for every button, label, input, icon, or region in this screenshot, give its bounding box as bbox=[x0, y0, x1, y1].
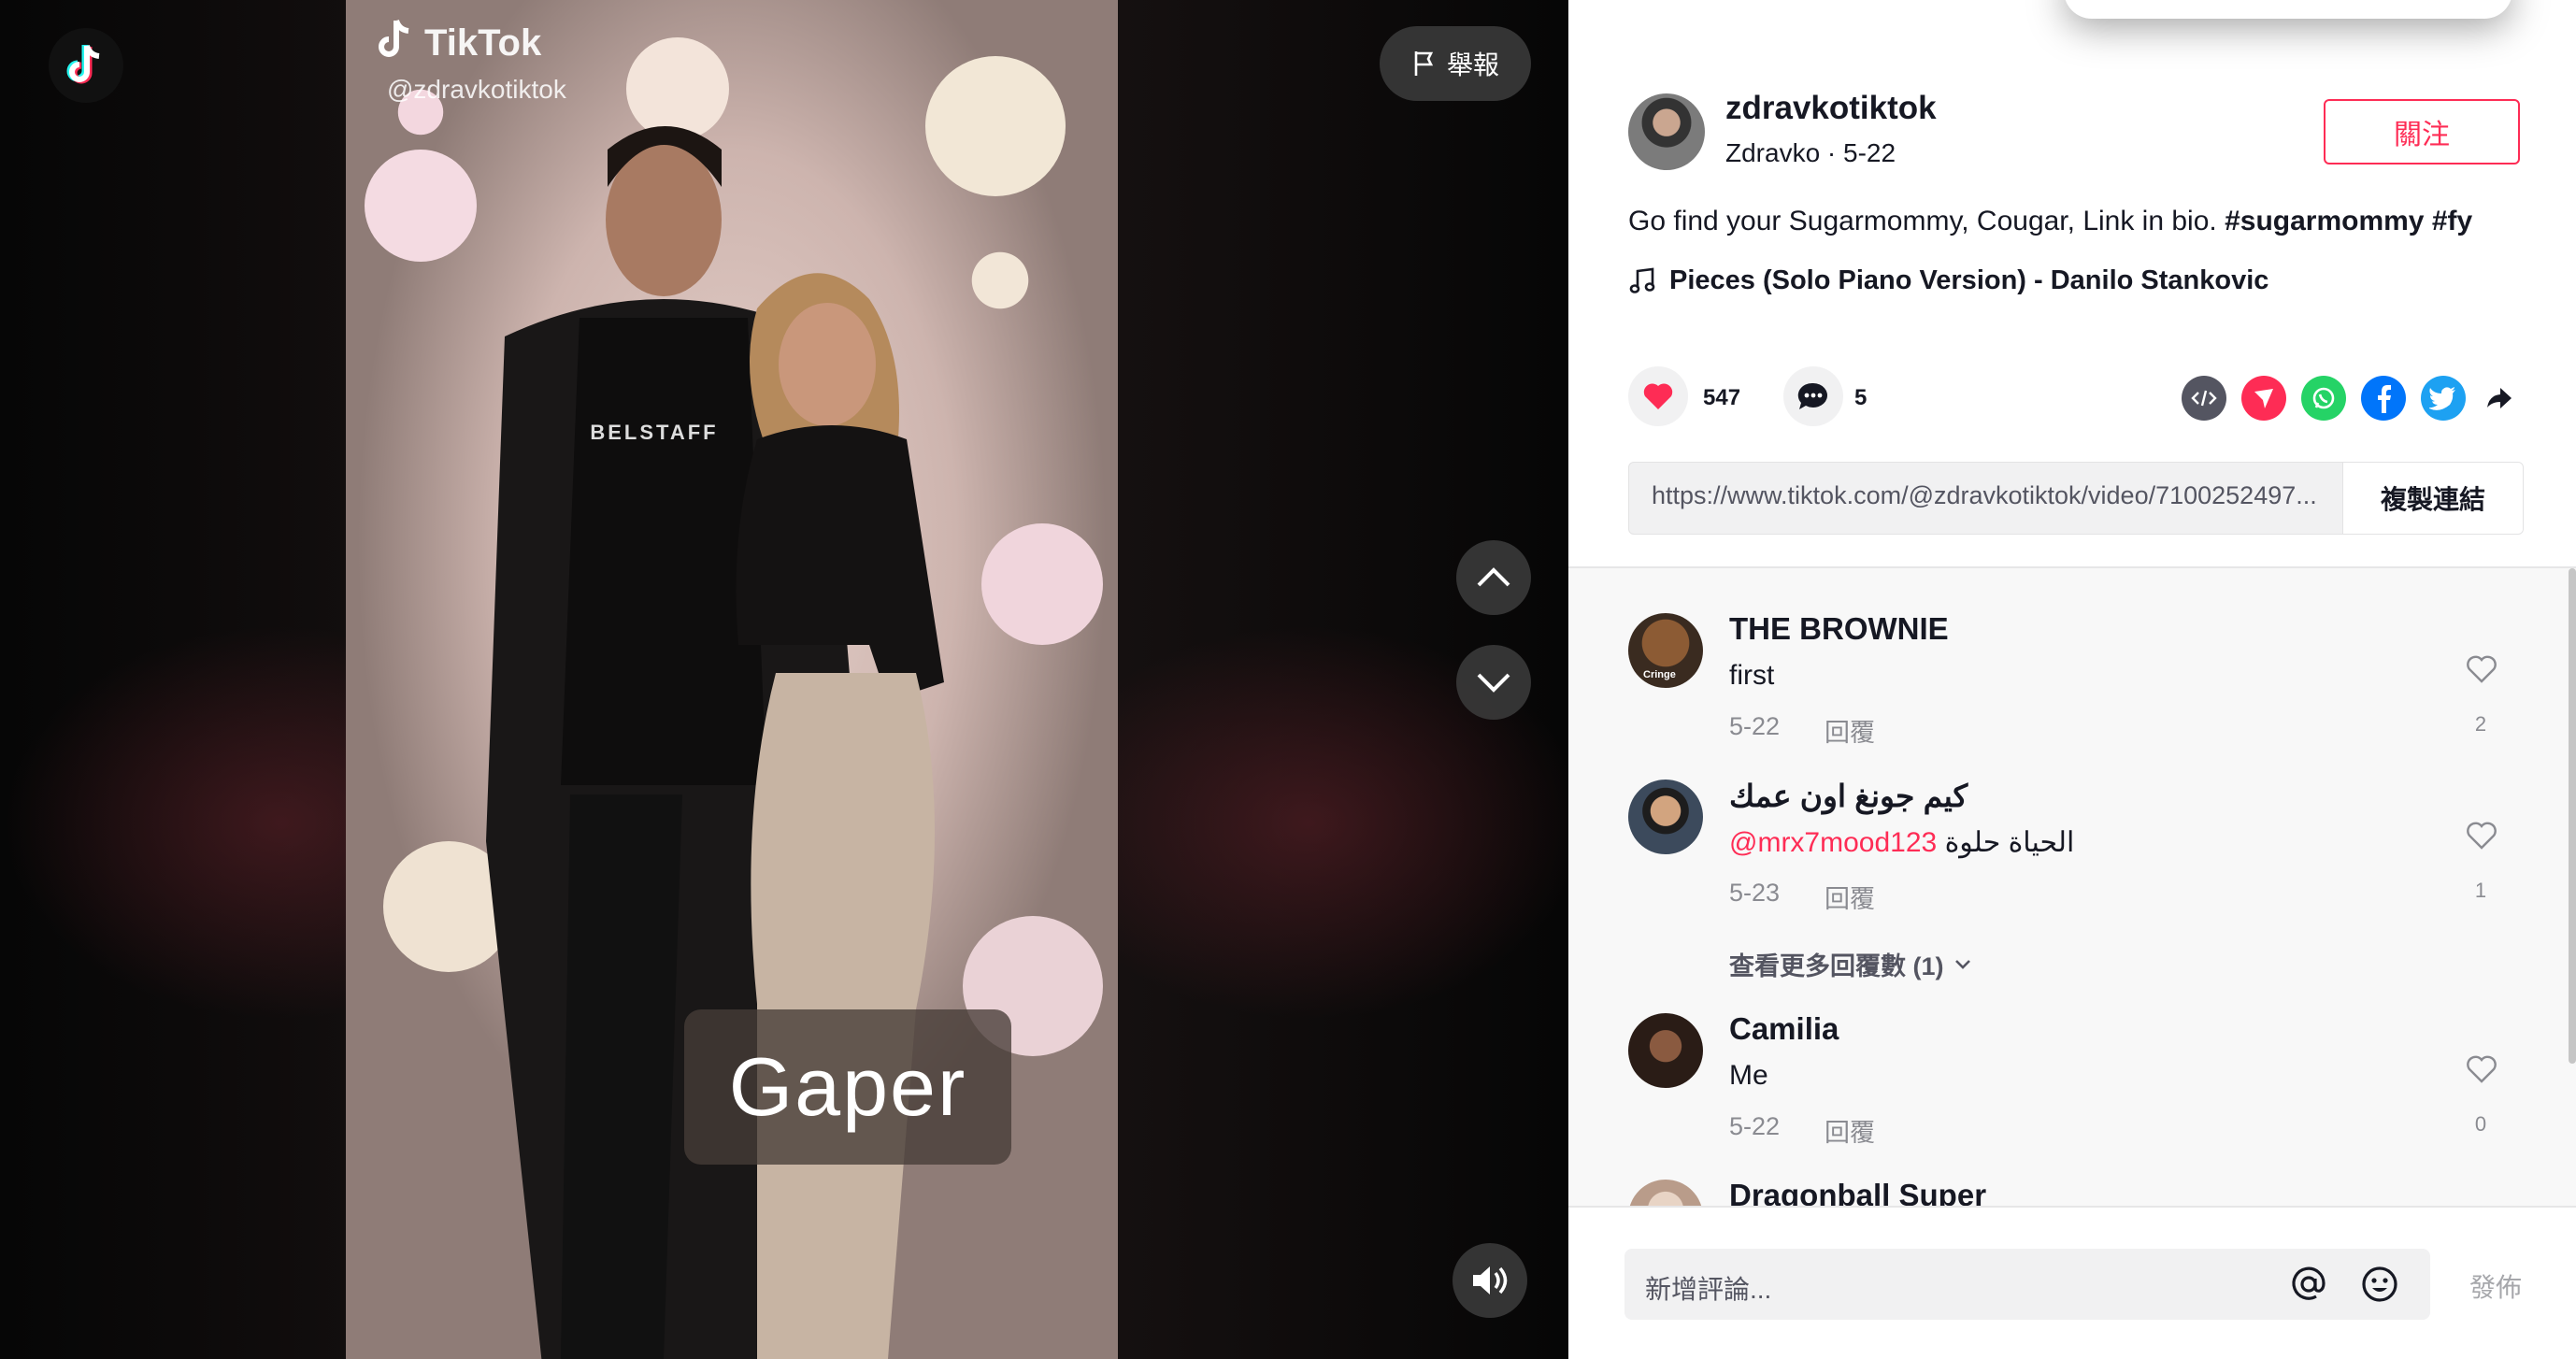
comment-like-count: 1 bbox=[2474, 879, 2487, 902]
emoji-icon[interactable] bbox=[2359, 1264, 2400, 1305]
like-count: 547 bbox=[1703, 385, 1741, 410]
watermark-brand: TikTok bbox=[424, 22, 542, 64]
comment-date: 5-22 bbox=[1729, 712, 1781, 740]
mention-icon[interactable] bbox=[2288, 1264, 2329, 1305]
video-frame[interactable]: BELSTAFF TikTok @zdravkotiktok Gaper bbox=[346, 0, 1118, 1359]
comment-bubble-icon bbox=[1797, 382, 1827, 409]
reply-button[interactable]: 回覆 bbox=[1825, 879, 1875, 915]
comment-like-button[interactable] bbox=[2465, 821, 2498, 855]
comment-avatar[interactable] bbox=[1628, 780, 1703, 854]
comment-avatar[interactable] bbox=[1628, 1013, 1703, 1088]
comment-button[interactable] bbox=[1783, 366, 1843, 426]
author-handle[interactable]: zdravkotiktok bbox=[1725, 90, 1937, 127]
heart-outline-icon bbox=[2467, 822, 2497, 850]
comment-date: 5-22 bbox=[1729, 1112, 1781, 1140]
post-comment-button[interactable]: 發佈 bbox=[2469, 1267, 2522, 1305]
top-shadow bbox=[2064, 0, 2512, 19]
comment-text: Me bbox=[1729, 1060, 1768, 1091]
chevron-down-icon bbox=[1477, 673, 1510, 693]
scrollbar[interactable] bbox=[2569, 568, 2576, 1064]
comment-date: 5-23 bbox=[1729, 879, 1781, 907]
flag-icon bbox=[1414, 51, 1434, 76]
previous-video-button[interactable] bbox=[1456, 540, 1531, 615]
share-arrow-icon[interactable] bbox=[2477, 376, 2522, 421]
comment-list[interactable]: Cringe THE BROWNIE first 5-22 回覆 2 كيم ج… bbox=[1568, 568, 2576, 1206]
like-button[interactable] bbox=[1628, 366, 1688, 426]
more-replies-label: 查看更多回覆數 (1) bbox=[1729, 952, 1944, 980]
volume-button[interactable] bbox=[1453, 1243, 1527, 1318]
tiktok-logo-icon[interactable] bbox=[49, 28, 123, 103]
comment-avatar[interactable] bbox=[1628, 1180, 1703, 1206]
whatsapp-icon[interactable] bbox=[2301, 376, 2346, 421]
reply-button[interactable]: 回覆 bbox=[1825, 1112, 1875, 1149]
hashtag-link[interactable]: #fy bbox=[2432, 206, 2472, 236]
video-pane: BELSTAFF TikTok @zdravkotiktok Gaper 舉報 bbox=[0, 0, 1568, 1359]
comment-composer: 新增評論... 發佈 bbox=[1568, 1206, 2576, 1359]
music-title: Pieces (Solo Piano Version) - Danilo Sta… bbox=[1669, 265, 2269, 295]
description-text: Go find your Sugarmommy, Cougar, Link in… bbox=[1628, 206, 2225, 236]
video-caption-overlay: Gaper bbox=[684, 1009, 1011, 1165]
heart-icon bbox=[1643, 383, 1673, 409]
comment-text: @mrx7mood123 الحياة حلوة bbox=[1729, 826, 2074, 859]
comment-username[interactable]: THE BROWNIE bbox=[1729, 611, 1949, 647]
video-description: Go find your Sugarmommy, Cougar, Link in… bbox=[1628, 206, 2472, 237]
chevron-down-icon bbox=[1954, 959, 1970, 969]
heart-outline-icon bbox=[2467, 1055, 2497, 1083]
facebook-icon[interactable] bbox=[2361, 376, 2406, 421]
comment-like-count: 0 bbox=[2474, 1112, 2487, 1136]
speaker-icon bbox=[1473, 1266, 1508, 1295]
report-button[interactable]: 舉報 bbox=[1380, 26, 1531, 101]
heart-outline-icon bbox=[2467, 655, 2497, 683]
comment-like-button[interactable] bbox=[2465, 654, 2498, 689]
chevron-up-icon bbox=[1477, 567, 1510, 587]
video-url[interactable]: https://www.tiktok.com/@zdravkotiktok/vi… bbox=[1652, 481, 2343, 510]
twitter-icon[interactable] bbox=[2421, 376, 2466, 421]
comment-placeholder: 新增評論... bbox=[1645, 1275, 1772, 1304]
comment-count: 5 bbox=[1854, 385, 1868, 410]
tiktok-note-icon bbox=[379, 19, 409, 57]
author-meta: Zdravko · 5-22 bbox=[1725, 138, 1896, 167]
comment-text-body: الحياة حلوة bbox=[1937, 827, 2075, 858]
watermark-username: @zdravkotiktok bbox=[387, 75, 566, 104]
follow-button[interactable]: 關注 bbox=[2324, 99, 2520, 165]
music-link[interactable]: Pieces (Solo Piano Version) - Danilo Sta… bbox=[1628, 265, 2268, 296]
shirt-logo: BELSTAFF bbox=[590, 421, 718, 444]
music-note-icon bbox=[1629, 267, 1655, 293]
author-avatar[interactable] bbox=[1628, 93, 1705, 170]
comment-username[interactable]: Camilia bbox=[1729, 1011, 1839, 1047]
comment-like-count: 2 bbox=[2474, 712, 2487, 736]
report-label: 舉報 bbox=[1446, 50, 1499, 79]
comment-mention[interactable]: @mrx7mood123 bbox=[1729, 827, 1937, 858]
comment-username[interactable]: Dragonball Super bbox=[1729, 1178, 1986, 1206]
detail-panel: zdravkotiktok Zdravko · 5-22 關注 Go find … bbox=[1568, 0, 2576, 1359]
avatar-label: Cringe bbox=[1643, 669, 1676, 680]
comment-avatar[interactable]: Cringe bbox=[1628, 613, 1703, 688]
copy-link-button[interactable]: 複製連結 bbox=[2342, 463, 2523, 534]
video-link-bar: https://www.tiktok.com/@zdravkotiktok/vi… bbox=[1628, 462, 2524, 535]
embed-icon[interactable] bbox=[2182, 376, 2226, 421]
next-video-button[interactable] bbox=[1456, 645, 1531, 720]
reply-button[interactable]: 回覆 bbox=[1825, 712, 1875, 749]
comment-username[interactable]: كيم جونغ اون عمك bbox=[1729, 778, 1968, 814]
view-more-replies[interactable]: 查看更多回覆數 (1) bbox=[1729, 946, 1972, 982]
comment-like-button[interactable] bbox=[2465, 1054, 2498, 1089]
comment-text: first bbox=[1729, 660, 1775, 691]
comment-input[interactable]: 新增評論... bbox=[1624, 1249, 2430, 1320]
hashtag-link[interactable]: #sugarmommy bbox=[2225, 206, 2424, 236]
send-icon[interactable] bbox=[2241, 376, 2286, 421]
